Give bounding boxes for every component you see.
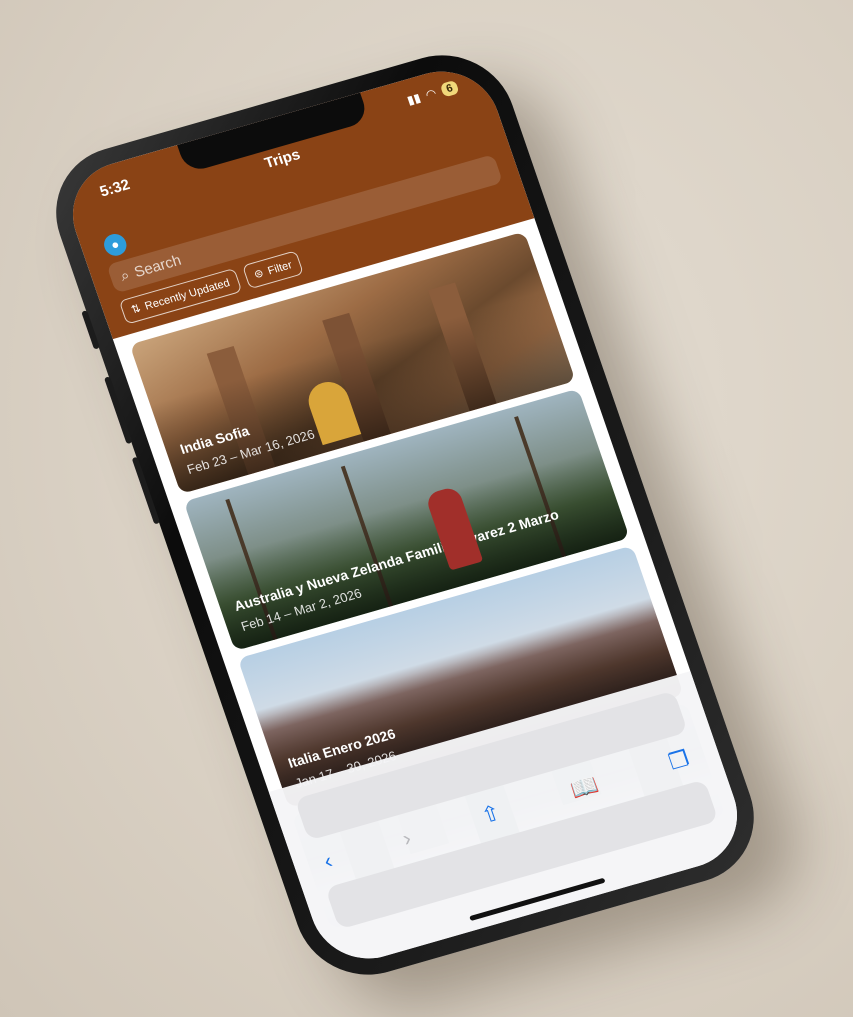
sort-label: Recently Updated	[143, 276, 232, 313]
profile-avatar-icon[interactable]: ●	[101, 231, 130, 259]
battery-icon: 6	[439, 79, 460, 98]
page-title: Trips	[262, 146, 303, 173]
scene: 5:32 ▮▮ ◠ 6 Trips ● ⌕ Search ⇅ Recently …	[0, 0, 853, 1017]
tabs-icon[interactable]: ❐	[665, 746, 692, 776]
search-icon: ⌕	[118, 266, 132, 285]
filter-button[interactable]: ⊜ Filter	[241, 250, 305, 290]
phone-screen: 5:32 ▮▮ ◠ 6 Trips ● ⌕ Search ⇅ Recently …	[57, 58, 753, 972]
filter-label: Filter	[266, 258, 294, 277]
back-icon[interactable]: ‹	[320, 848, 336, 875]
mute-switch	[81, 310, 100, 350]
sort-icon: ⇅	[129, 302, 143, 317]
phone-frame: 5:32 ▮▮ ◠ 6 Trips ● ⌕ Search ⇅ Recently …	[37, 38, 773, 992]
signal-icon: ▮▮	[405, 90, 423, 108]
bookmarks-icon[interactable]: 📖	[567, 772, 602, 804]
forward-icon[interactable]: ›	[399, 825, 415, 852]
share-icon[interactable]: ⇧	[478, 800, 504, 830]
search-placeholder: Search	[131, 251, 184, 281]
wifi-icon: ◠	[423, 86, 439, 103]
filter-icon: ⊜	[252, 267, 266, 282]
